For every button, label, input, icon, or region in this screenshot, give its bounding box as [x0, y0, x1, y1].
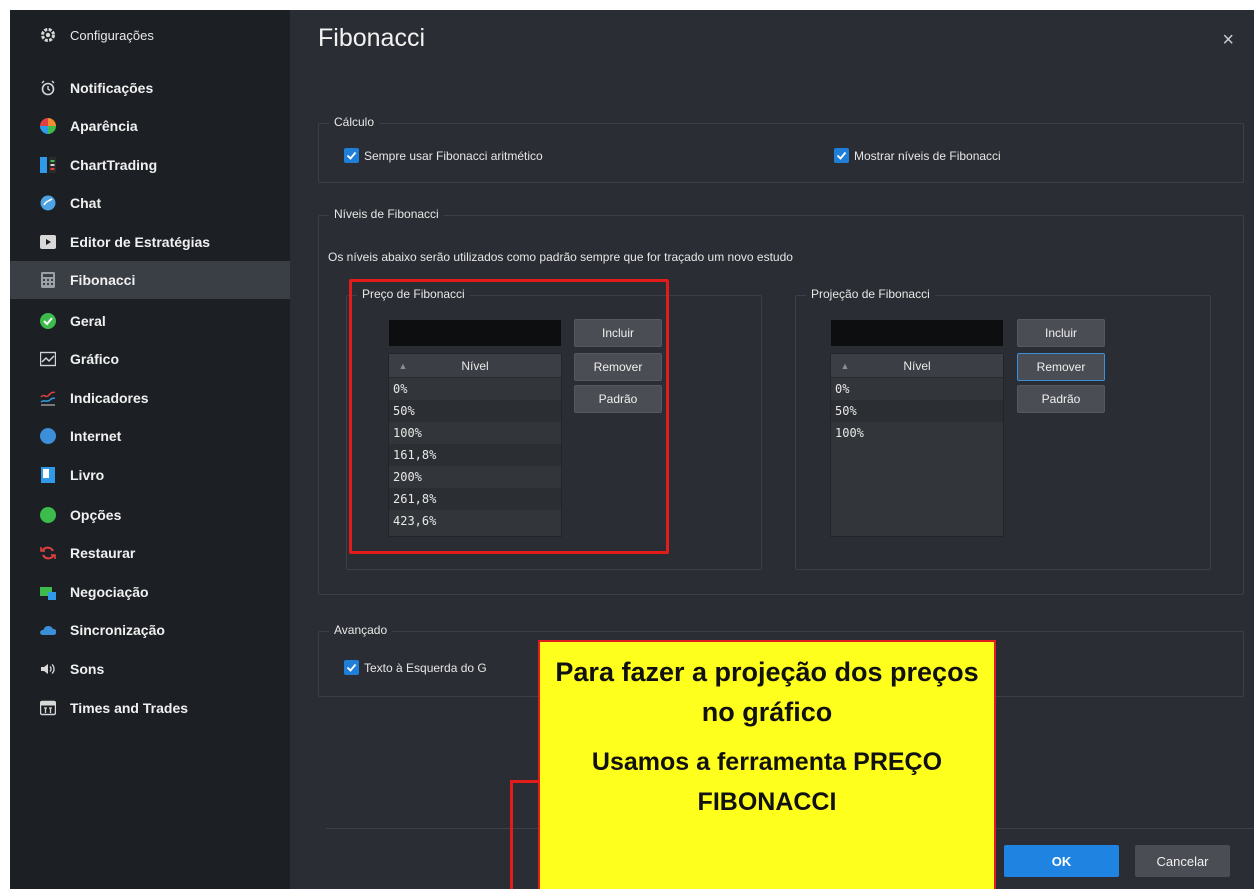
- highlight-rectangle: [349, 279, 669, 554]
- sidebar-item-label: Notificações: [70, 80, 154, 96]
- sidebar-item-chat[interactable]: Chat: [10, 184, 290, 222]
- sidebar: Configurações Notificações Aparência Cha…: [10, 10, 290, 889]
- checkmark-icon: [834, 148, 849, 163]
- indicators-icon: [40, 390, 56, 406]
- sort-up-icon: ▲: [840, 360, 850, 371]
- connector-line: [510, 780, 513, 889]
- sidebar-item-editor-estrategias[interactable]: Editor de Estratégias: [10, 223, 290, 261]
- chart-icon: [39, 351, 57, 367]
- close-icon[interactable]: ×: [1222, 30, 1234, 50]
- avancado-label: Avançado: [329, 623, 393, 637]
- sidebar-item-times-and-trades[interactable]: Times and Trades: [10, 689, 290, 727]
- callout-text-2: Usamos a ferramenta PREÇO FIBONACCI: [591, 748, 943, 816]
- texto-esquerda-checkbox[interactable]: Texto à Esquerda do G: [344, 660, 487, 675]
- sidebar-header-label: Configurações: [70, 27, 154, 43]
- niveis-label: Níveis de Fibonacci: [329, 207, 444, 221]
- sidebar-item-indicadores[interactable]: Indicadores: [10, 379, 290, 417]
- chart-trading-icon: [40, 157, 56, 173]
- texto-esquerda-label: Texto à Esquerda do G: [364, 660, 487, 675]
- connector-line: [510, 780, 540, 783]
- sidebar-item-label: ChartTrading: [70, 157, 158, 173]
- sidebar-item-restaurar[interactable]: Restaurar: [10, 534, 290, 572]
- sidebar-item-sons[interactable]: Sons: [10, 650, 290, 688]
- globe-icon: [40, 428, 56, 444]
- niveis-description: Os níveis abaixo serão utilizados como p…: [328, 250, 793, 264]
- restore-icon: [40, 545, 56, 561]
- sidebar-item-livro[interactable]: Livro: [10, 456, 290, 494]
- sidebar-item-label: Indicadores: [70, 390, 149, 406]
- options-icon: [40, 507, 56, 523]
- sidebar-item-label: Sons: [70, 661, 105, 677]
- sidebar-item-sincronizacao[interactable]: Sincronização: [10, 611, 290, 649]
- calculator-icon: [40, 272, 56, 288]
- sidebar-item-label: Chat: [70, 195, 102, 211]
- sidebar-item-aparencia[interactable]: Aparência: [10, 107, 290, 145]
- projecao-incluir-button[interactable]: Incluir: [1017, 319, 1105, 347]
- sidebar-header: Configurações: [10, 10, 290, 60]
- strategy-editor-icon: [40, 234, 56, 250]
- speaker-icon: [40, 661, 56, 677]
- sidebar-item-fibonacci[interactable]: Fibonacci: [10, 261, 290, 299]
- sidebar-item-grafico[interactable]: Gráfico: [10, 340, 290, 378]
- checkmark-icon: [344, 660, 359, 675]
- sidebar-item-negociacao[interactable]: Negociação: [10, 573, 290, 611]
- cancel-button[interactable]: Cancelar: [1135, 845, 1230, 877]
- alarm-icon: [40, 80, 56, 96]
- sidebar-item-label: Editor de Estratégias: [70, 234, 211, 250]
- sidebar-item-label: Gráfico: [70, 351, 120, 367]
- mostrar-niveis-checkbox[interactable]: Mostrar níveis de Fibonacci: [834, 148, 1001, 163]
- gear-icon: [38, 25, 58, 45]
- sidebar-item-label: Restaurar: [70, 545, 136, 561]
- table-header[interactable]: ▲ Nível: [831, 354, 1003, 378]
- book-icon: [40, 467, 56, 483]
- sidebar-item-geral[interactable]: Geral: [10, 302, 290, 340]
- projecao-padrao-button[interactable]: Padrão: [1017, 385, 1105, 413]
- table-row[interactable]: 0%: [831, 378, 1003, 400]
- sidebar-item-label: Livro: [70, 467, 105, 483]
- ok-button[interactable]: OK: [1004, 845, 1119, 877]
- projecao-levels-table[interactable]: ▲ Nível 0% 50% 100%: [830, 353, 1004, 537]
- sidebar-item-internet[interactable]: Internet: [10, 417, 290, 455]
- projecao-level-input[interactable]: [830, 319, 1004, 347]
- sidebar-item-label: Internet: [70, 428, 122, 444]
- callout-text-1: Para fazer a projeção dos preços no gráf…: [555, 657, 979, 727]
- sidebar-item-label: Times and Trades: [70, 700, 189, 716]
- calculo-label: Cálculo: [329, 115, 380, 129]
- nivel-column-header: Nível: [903, 358, 931, 373]
- sidebar-item-label: Opções: [70, 507, 122, 523]
- sidebar-item-label: Fibonacci: [70, 272, 136, 288]
- table-row[interactable]: 100%: [831, 422, 1003, 444]
- cloud-icon: [40, 622, 57, 638]
- projecao-remover-button[interactable]: Remover: [1017, 353, 1105, 381]
- calculo-group: Cálculo Sempre usar Fibonacci aritmético…: [318, 115, 1244, 183]
- checkmark-icon: [344, 148, 359, 163]
- page-title: Fibonacci: [318, 24, 425, 52]
- sidebar-item-opcoes[interactable]: Opções: [10, 496, 290, 534]
- times-trades-icon: [39, 700, 57, 716]
- projecao-fibonacci-label: Projeção de Fibonacci: [806, 287, 935, 301]
- trade-icon: [40, 584, 56, 600]
- check-circle-icon: [40, 313, 56, 329]
- sidebar-item-label: Geral: [70, 313, 106, 329]
- annotation-callout: Para fazer a projeção dos preços no gráf…: [538, 640, 996, 889]
- mostrar-niveis-label: Mostrar níveis de Fibonacci: [854, 148, 1001, 163]
- chat-icon: [40, 195, 56, 211]
- sidebar-item-label: Negociação: [70, 584, 149, 600]
- palette-icon: [40, 118, 56, 134]
- table-row[interactable]: 50%: [831, 400, 1003, 422]
- sidebar-item-notificacoes[interactable]: Notificações: [10, 69, 290, 107]
- sidebar-item-label: Aparência: [70, 118, 138, 134]
- sidebar-item-charttrading[interactable]: ChartTrading: [10, 146, 290, 184]
- sidebar-item-label: Sincronização: [70, 622, 165, 638]
- aritmetico-label: Sempre usar Fibonacci aritmético: [364, 148, 543, 163]
- aritmetico-checkbox[interactable]: Sempre usar Fibonacci aritmético: [344, 148, 543, 163]
